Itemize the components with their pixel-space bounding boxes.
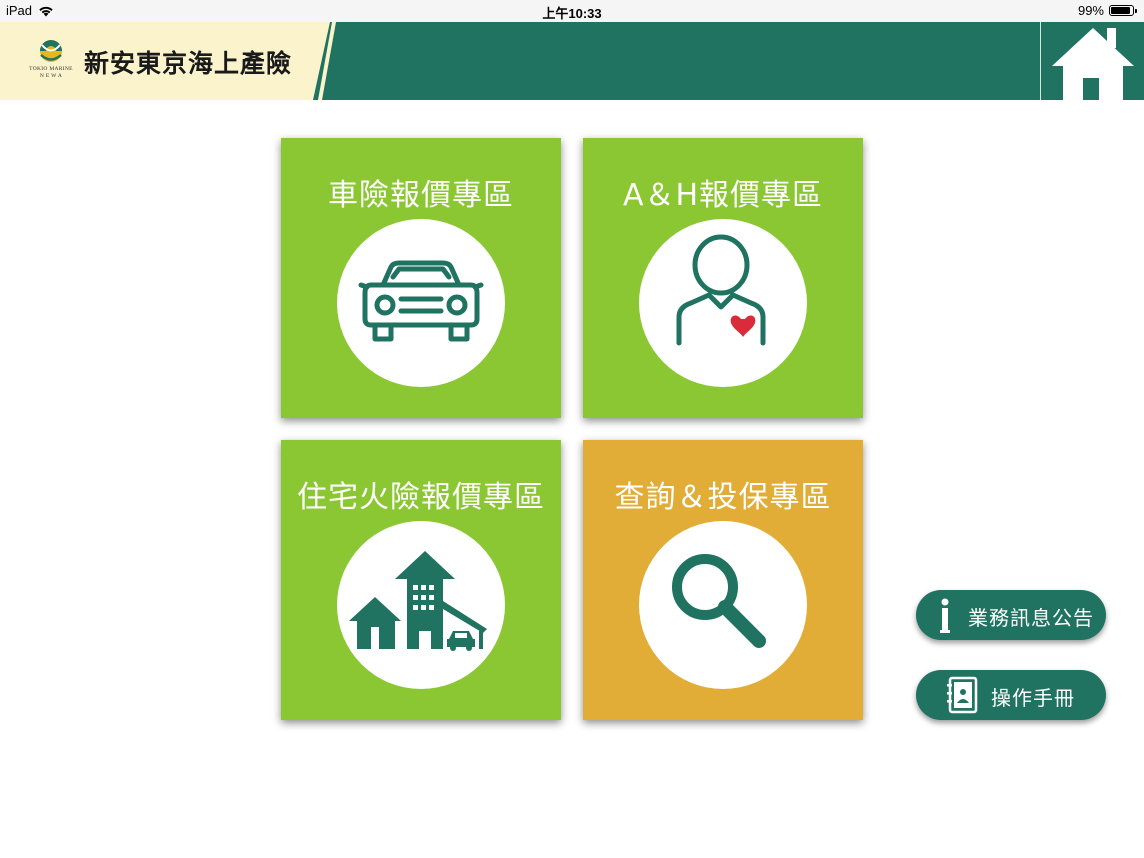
tile-fire-quote[interactable]: 住宅火險報價專區	[281, 440, 561, 720]
announcement-button[interactable]: 業務訊息公告	[916, 590, 1106, 640]
manual-icon	[947, 676, 978, 714]
tile-title: A＆H報價專區	[622, 178, 824, 213]
tile-icon-circle	[639, 521, 807, 689]
brand-panel: TOKIO MARINE N E W A 新安東京海上產險	[0, 22, 330, 100]
houses-icon	[349, 551, 487, 651]
tile-title: 查詢＆投保專區	[614, 480, 832, 515]
app-header: TOKIO MARINE N E W A 新安東京海上產險	[0, 22, 1144, 100]
logo-text: TOKIO MARINE N E W A	[26, 66, 76, 80]
manual-button[interactable]: 操作手冊	[916, 670, 1106, 720]
info-icon	[940, 598, 950, 633]
status-time: 上午10:33	[542, 6, 602, 21]
tile-search-insure[interactable]: 查詢＆投保專區	[583, 440, 863, 720]
logo-text-line2: N E W A	[39, 73, 63, 79]
announcement-label: 業務訊息公告	[968, 606, 1094, 630]
status-right: 99%	[1077, 3, 1137, 18]
home-icon	[1052, 28, 1134, 100]
tile-icon-circle	[639, 219, 807, 387]
tile-ah-quote[interactable]: A＆H報價專區	[583, 138, 863, 418]
logo-text-line1: TOKIO MARINE	[29, 66, 73, 72]
tile-icon-circle	[337, 521, 505, 689]
home-button[interactable]	[1040, 22, 1144, 100]
tile-title: 車險報價專區	[328, 178, 514, 213]
battery-percent: 99%	[1077, 3, 1104, 18]
search-icon	[672, 554, 766, 648]
tile-title: 住宅火險報價專區	[297, 480, 545, 515]
tile-icon-circle	[337, 219, 505, 387]
tile-car-quote[interactable]: 車險報價專區	[281, 138, 561, 418]
status-bar: iPad 上午10:33 99%	[0, 0, 1144, 22]
battery-fill	[1111, 7, 1130, 14]
battery-tip	[1135, 9, 1137, 13]
battery-icon	[1109, 5, 1137, 16]
car-icon	[358, 260, 484, 342]
person-heart-icon	[676, 234, 766, 346]
brand-name: 新安東京海上產險	[84, 49, 293, 78]
manual-label: 操作手冊	[991, 686, 1075, 710]
